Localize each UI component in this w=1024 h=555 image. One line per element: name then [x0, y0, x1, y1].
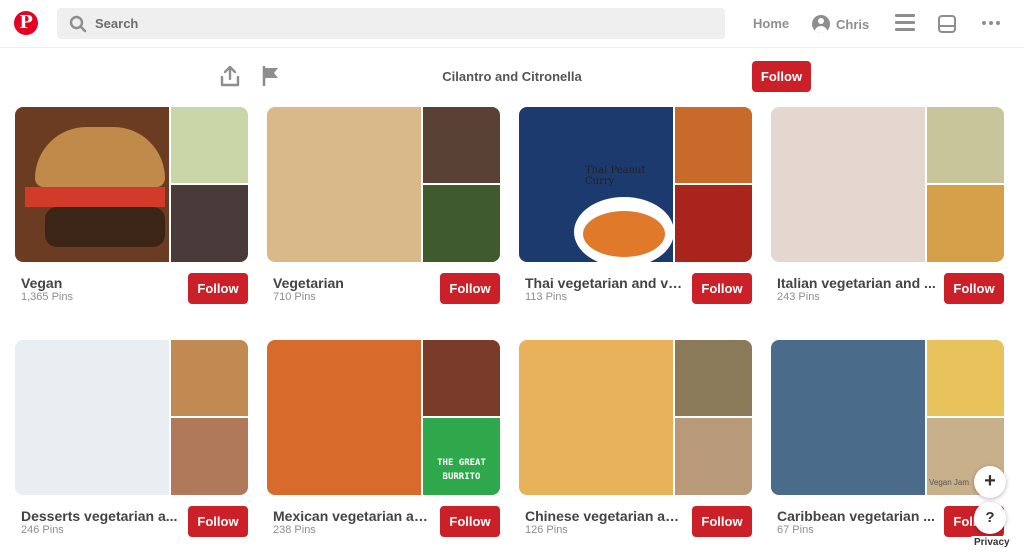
board-card[interactable]: Vegan 1,365 Pins Follow [15, 107, 248, 307]
inbox-icon[interactable] [938, 15, 956, 33]
follow-board-button[interactable]: Follow [692, 506, 752, 537]
board-cover[interactable]: THE GREAT BURRITO [267, 340, 500, 495]
board-cover-image [267, 107, 421, 262]
follow-board-button[interactable]: Follow [692, 273, 752, 304]
menu-icon[interactable] [895, 14, 915, 34]
search-input[interactable] [95, 8, 695, 39]
board-title[interactable]: Desserts vegetarian a... [21, 508, 181, 524]
board-pin-count: 710 Pins [273, 291, 316, 303]
board-title[interactable]: Thai vegetarian and ve... [525, 275, 685, 291]
board-cover[interactable] [519, 340, 752, 495]
follow-board-button[interactable]: Follow [944, 273, 1004, 304]
board-cover[interactable]: Thai Peanut Curry [519, 107, 752, 262]
curry-shape [583, 211, 665, 257]
avatar-icon [812, 15, 830, 33]
board-cover-image: Thai Peanut Curry [519, 107, 674, 262]
burger-bun-shape [35, 127, 165, 187]
more-options-icon[interactable] [982, 21, 1002, 41]
board-title[interactable]: Italian vegetarian and ... [777, 275, 937, 291]
search-bar[interactable] [57, 8, 725, 39]
board-thumbnail-image [171, 107, 248, 183]
nav-home[interactable]: Home [753, 16, 789, 31]
add-pin-button[interactable]: + [974, 466, 1006, 498]
board-cover-image [15, 340, 169, 495]
follow-profile-button[interactable]: Follow [752, 61, 811, 92]
board-pin-count: 246 Pins [21, 524, 64, 536]
board-thumbnail-image: THE GREAT BURRITO [423, 418, 500, 495]
board-title[interactable]: Vegan [21, 275, 181, 291]
board-cover-image [267, 340, 421, 495]
profile-name: Cilantro and Citronella [442, 69, 582, 84]
patty-shape [45, 207, 165, 247]
board-pin-count: 126 Pins [525, 524, 568, 536]
board-thumbnail-image [423, 185, 500, 262]
board-pin-count: 113 Pins [525, 291, 567, 303]
pinterest-logo-icon[interactable]: P [14, 11, 38, 35]
nav-user-profile[interactable]: Chris [812, 13, 869, 35]
board-card[interactable]: THE GREAT BURRITO Mexican vegetarian an.… [267, 340, 500, 540]
board-thumbnail-image [171, 340, 248, 416]
follow-board-button[interactable]: Follow [440, 506, 500, 537]
board-title[interactable]: Mexican vegetarian an... [273, 508, 433, 524]
burrito-sign: THE GREAT BURRITO [425, 448, 498, 493]
board-thumbnail-image [675, 185, 752, 262]
board-cover-image [771, 340, 925, 495]
board-cover[interactable] [771, 107, 1004, 262]
board-cover-image [519, 340, 673, 495]
board-cover-image [771, 107, 925, 262]
board-card[interactable]: Vegan Jam Caribbean vegetarian ... 67 Pi… [771, 340, 1004, 540]
board-pin-count: 67 Pins [777, 524, 814, 536]
top-bar: P Home Chris [0, 0, 1024, 48]
board-card[interactable]: Vegetarian 710 Pins Follow [267, 107, 500, 307]
board-thumbnail-image [675, 107, 752, 183]
tomato-shape [25, 187, 165, 207]
board-thumbnail-image [675, 418, 752, 495]
board-thumbnail-image [423, 107, 500, 183]
board-title[interactable]: Vegetarian [273, 275, 433, 291]
board-cover[interactable] [267, 107, 500, 262]
board-thumbnail-image [927, 185, 1004, 262]
board-thumbnail-image [675, 340, 752, 416]
board-pin-count: 1,365 Pins [21, 291, 73, 303]
board-thumbnail-image [927, 340, 1004, 416]
board-card[interactable]: Desserts vegetarian a... 246 Pins Follow [15, 340, 248, 540]
board-title[interactable]: Caribbean vegetarian ... [777, 508, 937, 524]
board-card[interactable]: Thai Peanut Curry Thai vegetarian and ve… [519, 107, 752, 307]
board-thumbnail-image [927, 107, 1004, 183]
help-button[interactable]: ? [974, 502, 1006, 534]
board-thumbnail-image [423, 340, 500, 416]
search-icon [69, 15, 87, 33]
privacy-link[interactable]: Privacy [970, 536, 1014, 549]
board-cover-image [15, 107, 169, 262]
board-thumbnail-image [171, 185, 248, 262]
follow-board-button[interactable]: Follow [188, 273, 248, 304]
board-cover[interactable]: Vegan Jam [771, 340, 1004, 495]
thai-cover-label: Thai Peanut Curry [585, 165, 646, 187]
follow-board-button[interactable]: Follow [440, 273, 500, 304]
follow-board-button[interactable]: Follow [188, 506, 248, 537]
board-pin-count: 243 Pins [777, 291, 820, 303]
caribbean-cover-label: Vegan Jam [929, 478, 970, 487]
board-card[interactable]: Chinese vegetarian an... 126 Pins Follow [519, 340, 752, 540]
user-name: Chris [836, 16, 870, 32]
board-cover[interactable] [15, 340, 248, 495]
board-thumbnail-image [171, 418, 248, 495]
board-title[interactable]: Chinese vegetarian an... [525, 508, 685, 524]
board-cover[interactable] [15, 107, 248, 262]
board-card[interactable]: Italian vegetarian and ... 243 Pins Foll… [771, 107, 1004, 307]
board-pin-count: 238 Pins [273, 524, 316, 536]
